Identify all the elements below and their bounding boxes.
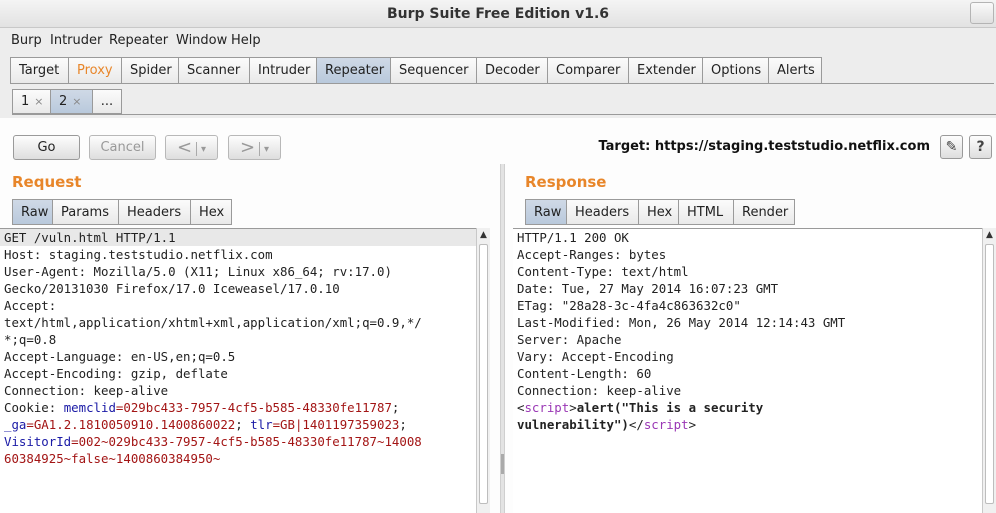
request-editor[interactable]: GET /vuln.html HTTP/1.1 Host: staging.te…	[0, 228, 476, 513]
response-line: Server: Apache	[517, 332, 622, 347]
response-line: Last-Modified: Mon, 26 May 2014 12:14:43…	[517, 315, 846, 330]
menu-intruder[interactable]: Intruder	[50, 33, 102, 48]
split-grip-icon[interactable]	[501, 454, 504, 474]
tab-request-params[interactable]: Params	[52, 199, 118, 225]
menu-bar: Burp Intruder Repeater Window Help	[0, 29, 996, 53]
tab-scanner[interactable]: Scanner	[178, 57, 249, 83]
window-control-button[interactable]	[970, 2, 994, 24]
cookie-line: VisitorId=002~029bc433-7957-4cf5-b585-48…	[4, 434, 422, 449]
tab-comparer[interactable]: Comparer	[547, 57, 628, 83]
menu-repeater[interactable]: Repeater	[109, 33, 168, 48]
subtab-divider	[12, 114, 996, 115]
response-scrollbar[interactable]: ▲	[982, 228, 996, 513]
request-line: GET /vuln.html HTTP/1.1	[0, 229, 476, 246]
response-title: Response	[525, 173, 607, 191]
pencil-icon: ✎	[945, 139, 958, 155]
repeater-panel: Go Cancel < ▾ > ▾ Target: https://staging.…	[0, 118, 996, 513]
scroll-up-icon[interactable]: ▲	[477, 228, 490, 242]
scroll-up-icon[interactable]: ▲	[983, 228, 996, 242]
request-title: Request	[12, 173, 82, 191]
back-arrow-icon: <	[176, 137, 193, 158]
response-line: Connection: keep-alive	[517, 383, 682, 398]
request-line: *;q=0.8	[4, 332, 57, 347]
menu-window[interactable]: Window	[176, 33, 227, 48]
tab-response-headers[interactable]: Headers	[566, 199, 638, 225]
split-pane-divider[interactable]	[500, 164, 505, 513]
request-view-tabs: Raw Params Headers Hex	[12, 199, 232, 225]
tab-response-render[interactable]: Render	[733, 199, 795, 225]
help-icon: ?	[976, 139, 985, 155]
repeater-tab-label: 1	[21, 94, 30, 109]
chevron-down-icon: ▾	[201, 144, 207, 155]
target-label: Target: https://staging.teststudio.netfl…	[598, 139, 930, 154]
edit-target-button[interactable]: ✎	[940, 135, 963, 159]
window-title: Burp Suite Free Edition v1.6	[386, 6, 610, 22]
chevron-down-icon: ▾	[264, 144, 270, 155]
response-line: Date: Tue, 27 May 2014 16:07:23 GMT	[517, 281, 779, 296]
cookie-line: Cookie: memclid=029bc433-7957-4cf5-b585-…	[4, 400, 400, 415]
go-button[interactable]: Go	[13, 135, 80, 160]
menu-burp[interactable]: Burp	[11, 33, 42, 48]
request-scrollbar[interactable]: ▲	[476, 228, 490, 513]
response-line: ETag: "28a28-3c-4fa4c863632c0"	[517, 298, 741, 313]
scroll-thumb[interactable]	[985, 244, 994, 504]
window-title-bar: Burp Suite Free Edition v1.6	[0, 0, 996, 28]
repeater-tab-bar: 1 × 2 × ...	[12, 89, 122, 114]
request-line: Gecko/20131030 Firefox/17.0 Iceweasel/17…	[4, 281, 340, 296]
tab-target[interactable]: Target	[10, 57, 68, 83]
response-line: Content-Type: text/html	[517, 264, 689, 279]
repeater-tab-new[interactable]: ...	[92, 89, 122, 114]
repeater-tab-label: 2	[59, 94, 68, 109]
main-tab-bar: Target Proxy Spider Scanner Intruder Rep…	[10, 57, 822, 84]
cookie-line: 60384925~false~1400860384950~	[4, 451, 221, 466]
response-line: Vary: Accept-Encoding	[517, 349, 674, 364]
script-line: <script>alert("This is a security	[517, 400, 764, 415]
response-line: Content-Length: 60	[517, 366, 652, 381]
forward-button[interactable]: > ▾	[228, 135, 281, 160]
tab-repeater[interactable]: Repeater	[316, 57, 390, 83]
tab-request-headers[interactable]: Headers	[118, 199, 190, 225]
request-line: Accept-Language: en-US,en;q=0.5	[4, 349, 236, 364]
tab-divider	[10, 83, 994, 84]
request-line: Accept-Encoding: gzip, deflate	[4, 366, 228, 381]
forward-arrow-icon: >	[239, 137, 256, 158]
tab-request-raw[interactable]: Raw	[12, 199, 52, 225]
request-line: User-Agent: Mozilla/5.0 (X11; Linux x86_…	[4, 264, 392, 279]
tab-request-hex[interactable]: Hex	[190, 199, 232, 225]
menu-help[interactable]: Help	[231, 33, 261, 48]
script-line: vulnerability")</script>	[517, 417, 697, 432]
repeater-tab-2[interactable]: 2 ×	[50, 89, 92, 114]
request-line: Accept:	[4, 298, 57, 313]
tab-options[interactable]: Options	[702, 57, 768, 83]
request-line: Host: staging.teststudio.netflix.com	[4, 247, 273, 262]
request-line: Connection: keep-alive	[4, 383, 169, 398]
scroll-thumb[interactable]	[479, 244, 488, 504]
tab-extender[interactable]: Extender	[628, 57, 702, 83]
tab-spider[interactable]: Spider	[121, 57, 178, 83]
close-icon[interactable]: ×	[72, 95, 81, 108]
tab-response-raw[interactable]: Raw	[525, 199, 566, 225]
response-view-tabs: Raw Headers Hex HTML Render	[525, 199, 795, 225]
tab-alerts[interactable]: Alerts	[768, 57, 822, 83]
cookie-line: _ga=GA1.2.1810050910.1400860022; tlr=GB|…	[4, 417, 407, 432]
tab-response-html[interactable]: HTML	[678, 199, 733, 225]
response-line: HTTP/1.1 200 OK	[517, 230, 629, 245]
repeater-tab-1[interactable]: 1 ×	[12, 89, 50, 114]
response-editor[interactable]: HTTP/1.1 200 OK Accept-Ranges: bytes Con…	[513, 228, 983, 513]
tab-proxy[interactable]: Proxy	[68, 57, 121, 83]
request-line: text/html,application/xhtml+xml,applicat…	[4, 315, 422, 330]
back-button[interactable]: < ▾	[165, 135, 218, 160]
tab-response-hex[interactable]: Hex	[638, 199, 678, 225]
close-icon[interactable]: ×	[34, 95, 43, 108]
response-line: Accept-Ranges: bytes	[517, 247, 667, 262]
tab-intruder[interactable]: Intruder	[249, 57, 316, 83]
tab-sequencer[interactable]: Sequencer	[390, 57, 476, 83]
tab-decoder[interactable]: Decoder	[476, 57, 547, 83]
cancel-button[interactable]: Cancel	[89, 135, 156, 160]
help-button[interactable]: ?	[969, 135, 992, 159]
